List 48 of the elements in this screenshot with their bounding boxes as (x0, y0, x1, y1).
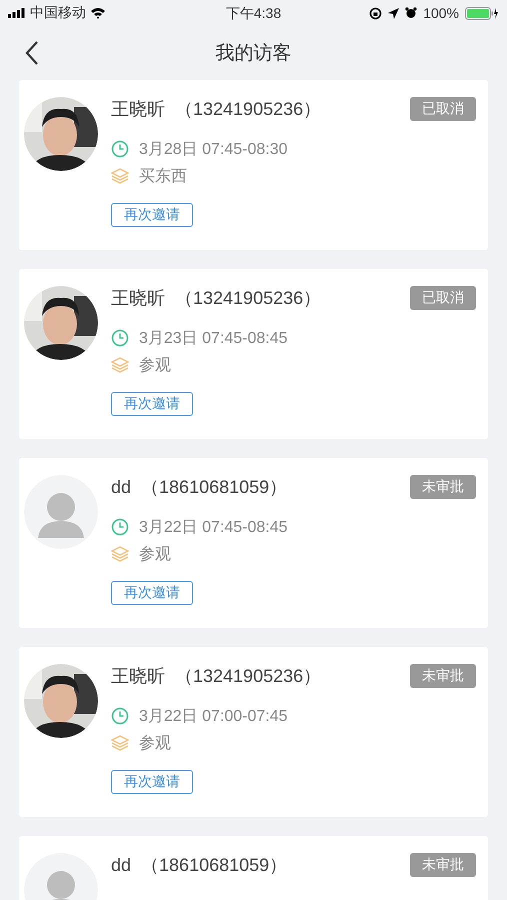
layers-icon (111, 735, 129, 751)
clock-icon (111, 140, 129, 158)
visit-time: 3月28日 07:45-08:30 (139, 140, 288, 160)
visitor-card[interactable]: 王晓昕 （13241905236） 已取消 3月28日 07:45-08:30 买东西 再次邀请 (19, 80, 488, 250)
visitor-name: 王晓昕 (111, 665, 165, 688)
visitor-name: dd (111, 854, 132, 876)
layers-icon (111, 168, 129, 184)
layers-icon (111, 546, 129, 562)
alarm-icon (405, 7, 418, 19)
visitor-phone: （13241905236） (175, 287, 322, 310)
rotation-lock-icon (369, 6, 382, 20)
visitor-card[interactable]: 王晓昕 （13241905236） 未审批 3月22日 07:00-07:45 参观 再次邀请 (19, 647, 488, 817)
visit-time: 3月22日 07:45-08:45 (139, 518, 288, 538)
visit-time: 3月22日 07:00-07:45 (139, 706, 288, 726)
status-badge: 未审批 (410, 664, 476, 688)
back-button[interactable] (24, 40, 40, 66)
visitor-name: dd (111, 476, 132, 498)
visitor-name: 王晓昕 (111, 287, 165, 310)
status-badge: 已取消 (410, 286, 476, 310)
wifi-icon (90, 7, 106, 19)
visitor-card[interactable]: dd （18610681059） 未审批 3月22日 07:45-08:45 参观 再次邀请 (19, 458, 488, 628)
battery-icon (465, 6, 499, 20)
visitor-phone: （13241905236） (175, 98, 322, 121)
signal-icon (8, 8, 26, 18)
visitor-phone: （18610681059） (141, 854, 288, 877)
visit-purpose: 参观 (139, 544, 171, 564)
visitor-phone: （13241905236） (175, 665, 322, 688)
battery-percent: 100% (423, 5, 459, 21)
visit-time: 3月23日 07:45-08:45 (139, 328, 288, 348)
clock-icon (111, 329, 129, 347)
status-badge: 未审批 (410, 853, 476, 877)
avatar-icon (24, 475, 98, 549)
clock-icon (111, 518, 129, 536)
status-badge: 已取消 (410, 97, 476, 121)
clock-time: 下午4:38 (226, 5, 282, 21)
visit-purpose: 买东西 (139, 166, 187, 186)
page-title: 我的访客 (216, 43, 292, 64)
visit-purpose: 参观 (139, 734, 171, 754)
carrier-name: 中国移动 (30, 4, 86, 22)
visitor-name: 王晓昕 (111, 98, 165, 121)
location-icon (388, 8, 400, 18)
visitor-card[interactable]: 王晓昕 （13241905236） 已取消 3月23日 07:45-08:45 参观 再次邀请 (19, 269, 488, 439)
visit-purpose: 参观 (139, 356, 171, 376)
visitor-card[interactable]: dd （18610681059） 未审批 (19, 836, 488, 900)
clock-icon (111, 707, 129, 725)
visitor-phone: （18610681059） (141, 476, 288, 499)
status-badge: 未审批 (410, 475, 476, 499)
layers-icon (111, 357, 129, 373)
